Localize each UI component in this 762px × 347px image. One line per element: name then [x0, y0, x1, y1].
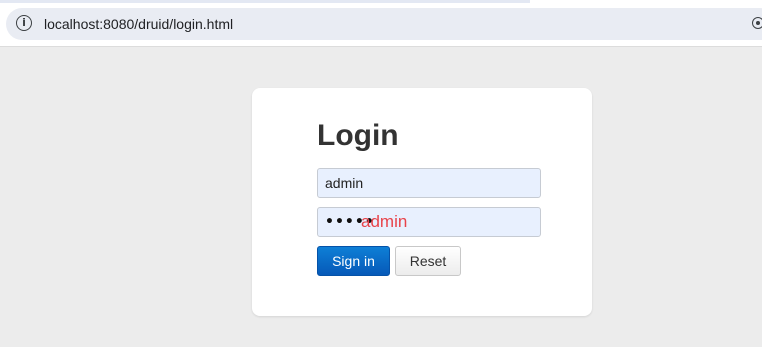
loading-bar: [0, 0, 530, 3]
browser-toolbar: i localhost:8080/druid/login.html: [0, 0, 762, 47]
page-title: Login: [317, 119, 399, 152]
password-annotation: admin: [361, 212, 408, 231]
reset-button[interactable]: Reset: [395, 246, 461, 276]
info-icon[interactable]: i: [16, 15, 32, 31]
url-text[interactable]: localhost:8080/druid/login.html: [44, 15, 233, 33]
site-settings-icon[interactable]: [752, 17, 762, 29]
login-card: Login admin ••••• admin Sign in Reset: [252, 88, 592, 316]
username-input[interactable]: admin: [317, 168, 541, 198]
password-input[interactable]: ••••• admin: [317, 207, 541, 237]
sign-in-button[interactable]: Sign in: [317, 246, 390, 276]
